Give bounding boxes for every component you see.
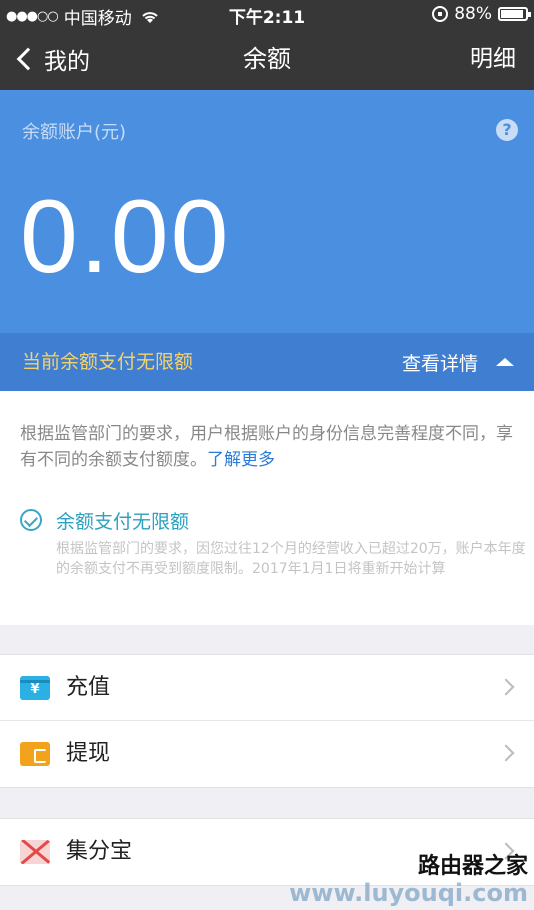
watermark: 路由器之家 www.luyouqi.com xyxy=(289,854,528,906)
view-detail-label: 查看详情 xyxy=(401,352,478,375)
list-item-withdraw[interactable]: 提现 xyxy=(0,721,534,787)
recharge-label: 充值 xyxy=(66,675,111,700)
help-icon[interactable]: ? xyxy=(496,119,518,141)
chevron-right-icon xyxy=(497,744,515,762)
limit-status: 当前余额支付无限额 xyxy=(22,351,194,373)
limit-info: 根据监管部门的要求，用户根据账户的身份信息完善程度不同，享有不同的余额支付额度。… xyxy=(0,391,534,625)
status-right: 88% xyxy=(432,4,531,24)
caret-up-icon xyxy=(496,358,514,366)
info-text: 根据监管部门的要求，用户根据账户的身份信息完善程度不同，享有不同的余额支付额度。… xyxy=(20,421,520,473)
balance-label: 余额账户(元) xyxy=(22,122,127,143)
learn-more-link[interactable]: 了解更多 xyxy=(207,450,275,470)
chevron-right-icon xyxy=(497,678,515,696)
battery-icon xyxy=(498,7,531,21)
watermark-bottom: www.luyouqi.com xyxy=(289,879,528,907)
balance-panel: 余额账户(元) ? 0.00 xyxy=(0,90,534,333)
detail-button[interactable]: 明细 xyxy=(470,28,516,90)
check-circle-icon xyxy=(20,509,42,531)
actions-list: ¥ 充值 提现 xyxy=(0,654,534,788)
watermark-top: 路由器之家 xyxy=(417,854,528,879)
recharge-icon: ¥ xyxy=(20,676,50,700)
status-bar: ●●●○○ 中国移动 下午2:11 88% xyxy=(0,0,534,29)
limit-bar: 当前余额支付无限额 查看详情 xyxy=(0,333,534,391)
list-item-recharge[interactable]: ¥ 充值 xyxy=(0,655,534,721)
page-title: 余额 xyxy=(243,45,291,73)
withdraw-label: 提现 xyxy=(66,741,111,766)
withdraw-icon xyxy=(20,742,50,766)
unlimited-description: 根据监管部门的要求，因您过往12个月的经营收入已超过20万，账户本年度的余额支付… xyxy=(56,541,526,577)
nav-bar: 我的 余额 明细 xyxy=(0,28,534,90)
rotation-lock-icon xyxy=(432,6,449,22)
unlimited-title: 余额支付无限额 xyxy=(56,511,190,533)
balance-amount: 0.00 xyxy=(20,179,231,295)
jifenbao-label: 集分宝 xyxy=(66,839,133,864)
battery-percent: 88% xyxy=(454,4,492,24)
jifenbao-icon xyxy=(20,840,50,864)
view-detail-button[interactable]: 查看详情 xyxy=(402,333,514,391)
